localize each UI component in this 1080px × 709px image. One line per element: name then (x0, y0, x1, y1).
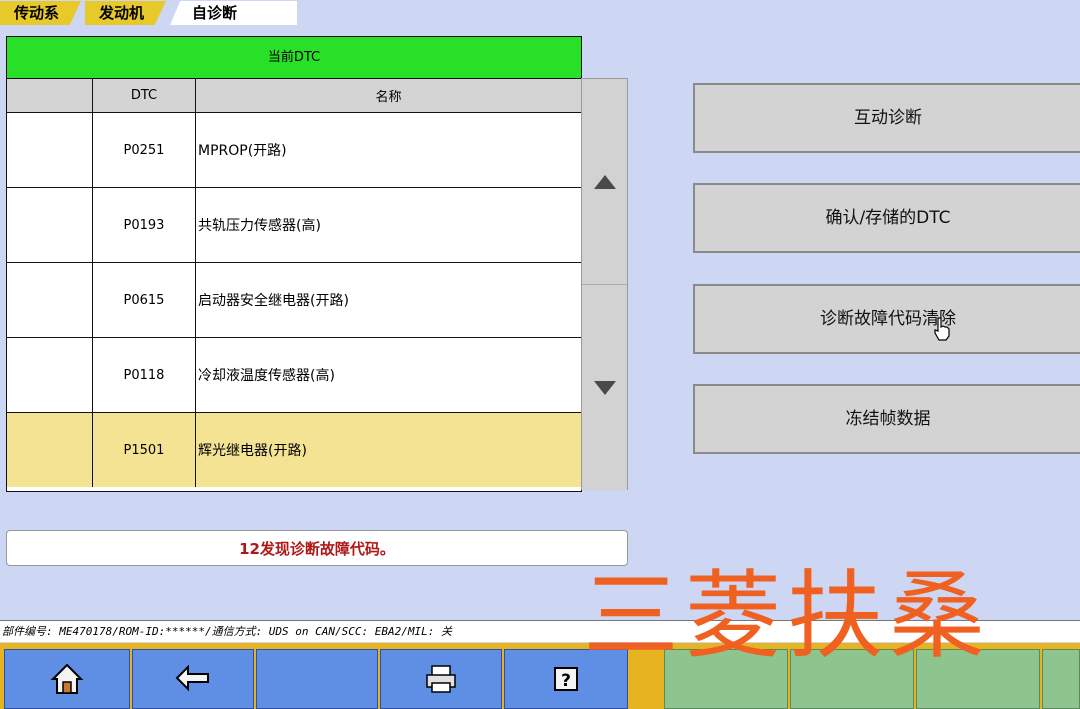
dtc-code: P0615 (93, 263, 196, 337)
row-marker-cell (7, 113, 93, 187)
clear-dtc-button[interactable]: 诊断故障代码清除 (693, 284, 1080, 354)
print-icon (426, 665, 456, 693)
freeze-frame-data-button[interactable]: 冻结帧数据 (693, 384, 1080, 454)
dtc-name: 共轨压力传感器(高) (198, 218, 321, 234)
table-row[interactable]: P0615 启动器安全继电器(开路) (7, 263, 581, 338)
table-row[interactable]: P0251 MPROP(开路) (7, 113, 581, 188)
table-header: DTC 名称 (7, 79, 581, 113)
confirmed-stored-dtc-button[interactable]: 确认/存储的DTC (693, 183, 1080, 253)
back-icon (175, 664, 209, 692)
table-title: 当前DTC (7, 37, 581, 79)
dtc-code: P1501 (93, 413, 196, 487)
arrow-down-icon (593, 380, 616, 395)
column-header-dtc: DTC (93, 79, 196, 112)
scroll-down-button[interactable] (582, 285, 627, 490)
toolbar-blank-button[interactable] (256, 649, 378, 709)
print-button[interactable] (380, 649, 502, 709)
svg-text:?: ? (561, 671, 571, 691)
breadcrumb-item-drivetrain[interactable]: 传动系 (0, 1, 82, 25)
breadcrumb: 传动系 发动机 自诊断 (0, 0, 301, 26)
row-marker-cell (7, 413, 93, 487)
scroll-up-button[interactable] (582, 79, 627, 285)
hand-cursor-icon (934, 317, 950, 341)
table-scrollbar[interactable] (581, 78, 628, 490)
dtc-code: P0118 (93, 338, 196, 412)
dtc-name: 辉光继电器(开路) (198, 443, 307, 459)
column-header-blank (7, 79, 93, 112)
watermark-text: 三菱扶桑 (583, 560, 991, 672)
breadcrumb-item-engine[interactable]: 发动机 (85, 1, 167, 25)
toolbar-slot-4[interactable] (1042, 649, 1080, 709)
arrow-up-icon (593, 174, 616, 189)
row-marker-cell (7, 188, 93, 262)
home-button[interactable] (4, 649, 130, 709)
breadcrumb-item-self-diagnosis: 自诊断 (170, 1, 298, 25)
dtc-name: 启动器安全继电器(开路) (198, 293, 349, 309)
table-row[interactable]: P0118 冷却液温度传感器(高) (7, 338, 581, 413)
home-icon (50, 663, 84, 694)
dtc-name: MPROP(开路) (198, 143, 287, 159)
column-header-name: 名称 (375, 90, 402, 105)
dtc-count-message: 12发现诊断故障代码。 (6, 530, 628, 566)
row-marker-cell (7, 338, 93, 412)
help-icon: ? (554, 667, 578, 691)
dtc-name: 冷却液温度传感器(高) (198, 368, 335, 384)
row-marker-cell (7, 263, 93, 337)
dtc-code: P0251 (93, 113, 196, 187)
interactive-diagnosis-button[interactable]: 互动诊断 (693, 83, 1080, 153)
back-button[interactable] (132, 649, 254, 709)
table-row-selected[interactable]: P1501 辉光继电器(开路) (7, 413, 581, 487)
dtc-code: P0193 (93, 188, 196, 262)
dtc-table: 当前DTC DTC 名称 P0251 MPROP(开路) P0193 共轨压力传… (6, 36, 582, 492)
table-row[interactable]: P0193 共轨压力传感器(高) (7, 188, 581, 263)
